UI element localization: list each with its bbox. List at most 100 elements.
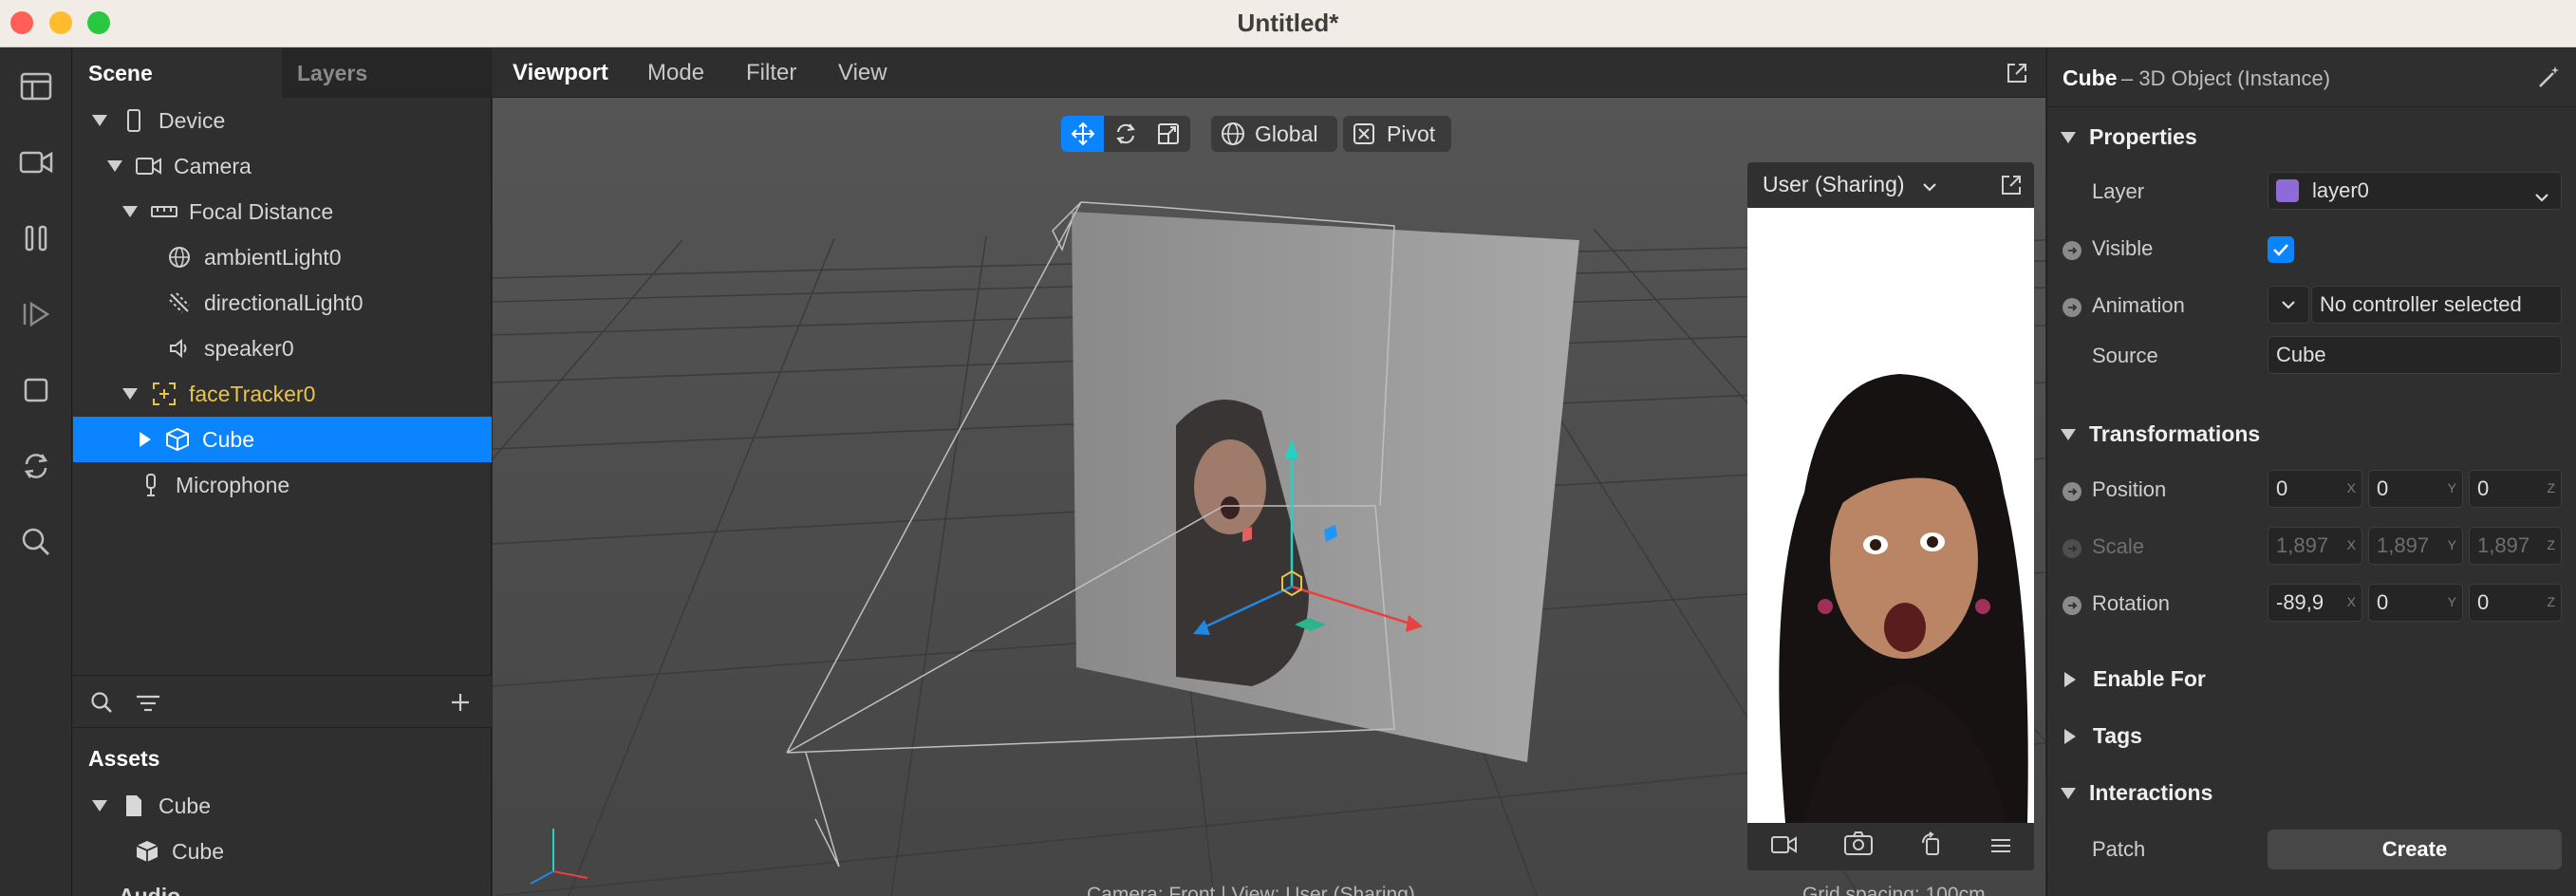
connect-arrow-icon[interactable] bbox=[2063, 539, 2081, 558]
search-icon[interactable] bbox=[90, 691, 113, 719]
animation-controller-field[interactable]: No controller selected bbox=[2311, 286, 2562, 324]
source-field[interactable]: Cube bbox=[2268, 336, 2562, 374]
tree-item-speaker[interactable]: speaker0 bbox=[73, 326, 492, 371]
menu-view[interactable]: View bbox=[838, 48, 887, 98]
axis-z-label: Z bbox=[2547, 537, 2555, 552]
cube-plane-object[interactable] bbox=[1072, 212, 1579, 762]
scale-icon[interactable] bbox=[1148, 116, 1190, 152]
simulator-header: User (Sharing) bbox=[1747, 162, 2034, 206]
window-title: Untitled* bbox=[1237, 9, 1339, 37]
scale-z-field[interactable]: 1,897 Z bbox=[2469, 527, 2562, 565]
tree-item-device[interactable]: Device bbox=[73, 98, 492, 143]
simulator-title: User (Sharing) bbox=[1763, 172, 1905, 196]
magic-wand-icon[interactable] bbox=[2537, 65, 2562, 95]
tree-item-ambient-light[interactable]: ambientLight0 bbox=[73, 234, 492, 280]
scale-x-field[interactable]: 1,897 X bbox=[2268, 527, 2362, 565]
tab-layers[interactable]: Layers bbox=[282, 48, 492, 98]
rotation-y-field[interactable]: 0Y bbox=[2368, 584, 2463, 622]
pivot-label: Pivot bbox=[1387, 121, 1436, 146]
expand-triangle-icon[interactable] bbox=[107, 160, 122, 172]
source-label: Source bbox=[2092, 344, 2158, 367]
asset-item-cube-folder[interactable]: Cube bbox=[73, 783, 492, 829]
scale-x-value: 1,897 bbox=[2276, 533, 2329, 557]
section-enable-for[interactable]: Enable For bbox=[2061, 666, 2206, 692]
expand-triangle-icon[interactable] bbox=[122, 388, 138, 400]
object-name: Cube bbox=[2063, 65, 2118, 90]
rotation-x-value: -89,9 bbox=[2276, 590, 2324, 614]
position-z-field[interactable]: 0Z bbox=[2469, 470, 2562, 508]
pause-icon[interactable] bbox=[13, 215, 59, 261]
menu-icon[interactable] bbox=[1990, 834, 2011, 860]
refresh-icon[interactable] bbox=[13, 443, 59, 489]
position-y-field[interactable]: 0Y bbox=[2368, 470, 2463, 508]
menu-filter[interactable]: Filter bbox=[746, 48, 796, 98]
axis-z-label: Z bbox=[2547, 594, 2555, 609]
layout-icon[interactable] bbox=[13, 64, 59, 109]
asset-section-partial: Audio bbox=[119, 884, 181, 896]
add-icon[interactable] bbox=[449, 691, 472, 719]
expand-triangle-icon[interactable] bbox=[122, 206, 138, 217]
expand-triangle-icon[interactable] bbox=[92, 800, 107, 812]
popout-icon[interactable] bbox=[2000, 174, 2023, 202]
expand-triangle-icon[interactable] bbox=[2061, 428, 2076, 440]
position-x-field[interactable]: 0X bbox=[2268, 470, 2362, 508]
visible-label: Visible bbox=[2092, 236, 2154, 260]
rotation-x-field[interactable]: -89,9 X bbox=[2268, 584, 2362, 622]
collapse-triangle-icon[interactable] bbox=[140, 432, 151, 447]
menu-mode[interactable]: Mode bbox=[647, 48, 704, 98]
scale-y-field[interactable]: 1,897 Y bbox=[2368, 527, 2463, 565]
simulator-device-select[interactable]: User (Sharing) bbox=[1763, 172, 1937, 198]
connect-arrow-icon[interactable] bbox=[2063, 241, 2081, 260]
section-interactions[interactable]: Interactions bbox=[2061, 780, 2212, 806]
object-type: – 3D Object (Instance) bbox=[2121, 66, 2331, 90]
connect-arrow-icon[interactable] bbox=[2063, 298, 2081, 317]
expand-triangle-icon[interactable] bbox=[2061, 131, 2076, 143]
axis-y-label: Y bbox=[2447, 480, 2456, 495]
position-label: Position bbox=[2092, 477, 2167, 501]
expand-triangle-icon[interactable] bbox=[92, 115, 107, 126]
tree-item-focal-distance[interactable]: Focal Distance bbox=[73, 189, 492, 234]
visible-checkbox[interactable] bbox=[2268, 236, 2294, 263]
asset-item-cube-mesh[interactable]: Cube bbox=[73, 829, 492, 874]
rotate-icon[interactable] bbox=[1104, 116, 1147, 152]
ruler-icon bbox=[151, 198, 177, 225]
patch-label: Patch bbox=[2092, 837, 2146, 861]
filter-icon[interactable] bbox=[136, 693, 160, 719]
section-tags[interactable]: Tags bbox=[2061, 723, 2142, 749]
section-properties[interactable]: Properties bbox=[2061, 124, 2197, 150]
tree-item-camera[interactable]: Camera bbox=[73, 143, 492, 189]
tree-item-label: ambientLight0 bbox=[204, 244, 342, 270]
tab-scene[interactable]: Scene bbox=[73, 48, 282, 98]
video-icon[interactable] bbox=[13, 140, 59, 185]
tree-item-microphone[interactable]: Microphone bbox=[73, 462, 492, 508]
animation-dropdown-button[interactable] bbox=[2268, 286, 2309, 324]
rotation-z-field[interactable]: 0Z bbox=[2469, 584, 2562, 622]
search-icon[interactable] bbox=[13, 519, 59, 565]
layer-select[interactable]: layer0 bbox=[2268, 172, 2562, 210]
connect-arrow-icon[interactable] bbox=[2063, 596, 2081, 615]
menu-viewport[interactable]: Viewport bbox=[513, 48, 608, 98]
tree-item-directional-light[interactable]: directionalLight0 bbox=[73, 280, 492, 326]
switch-camera-icon[interactable] bbox=[1843, 831, 1873, 862]
expand-triangle-icon[interactable] bbox=[2061, 787, 2076, 799]
move-icon[interactable] bbox=[1061, 116, 1105, 152]
global-space-button[interactable]: Global bbox=[1210, 115, 1338, 153]
step-forward-icon[interactable] bbox=[13, 291, 59, 337]
collapse-triangle-icon[interactable] bbox=[2064, 728, 2076, 744]
popout-icon[interactable] bbox=[2006, 62, 2028, 90]
simulator-panel: User (Sharing) bbox=[1747, 162, 2034, 870]
collapse-triangle-icon[interactable] bbox=[2064, 671, 2076, 687]
axis-y-label: Y bbox=[2447, 537, 2456, 552]
video-icon[interactable] bbox=[1770, 834, 1798, 860]
axis-x-label: X bbox=[2346, 537, 2356, 552]
rotate-device-icon[interactable] bbox=[1919, 831, 1944, 862]
tree-item-cube[interactable]: Cube bbox=[73, 417, 492, 462]
stop-icon[interactable] bbox=[13, 367, 59, 413]
section-transformations[interactable]: Transformations bbox=[2061, 421, 2260, 447]
tree-item-face-tracker[interactable]: faceTracker0 bbox=[73, 371, 492, 417]
position-x-value: 0 bbox=[2276, 476, 2288, 500]
viewport-status-right: Grid spacing: 100cm bbox=[1802, 884, 1986, 896]
connect-arrow-icon[interactable] bbox=[2063, 482, 2081, 501]
create-patch-button[interactable]: Create bbox=[2268, 830, 2562, 869]
pivot-button[interactable]: Pivot bbox=[1342, 115, 1452, 153]
